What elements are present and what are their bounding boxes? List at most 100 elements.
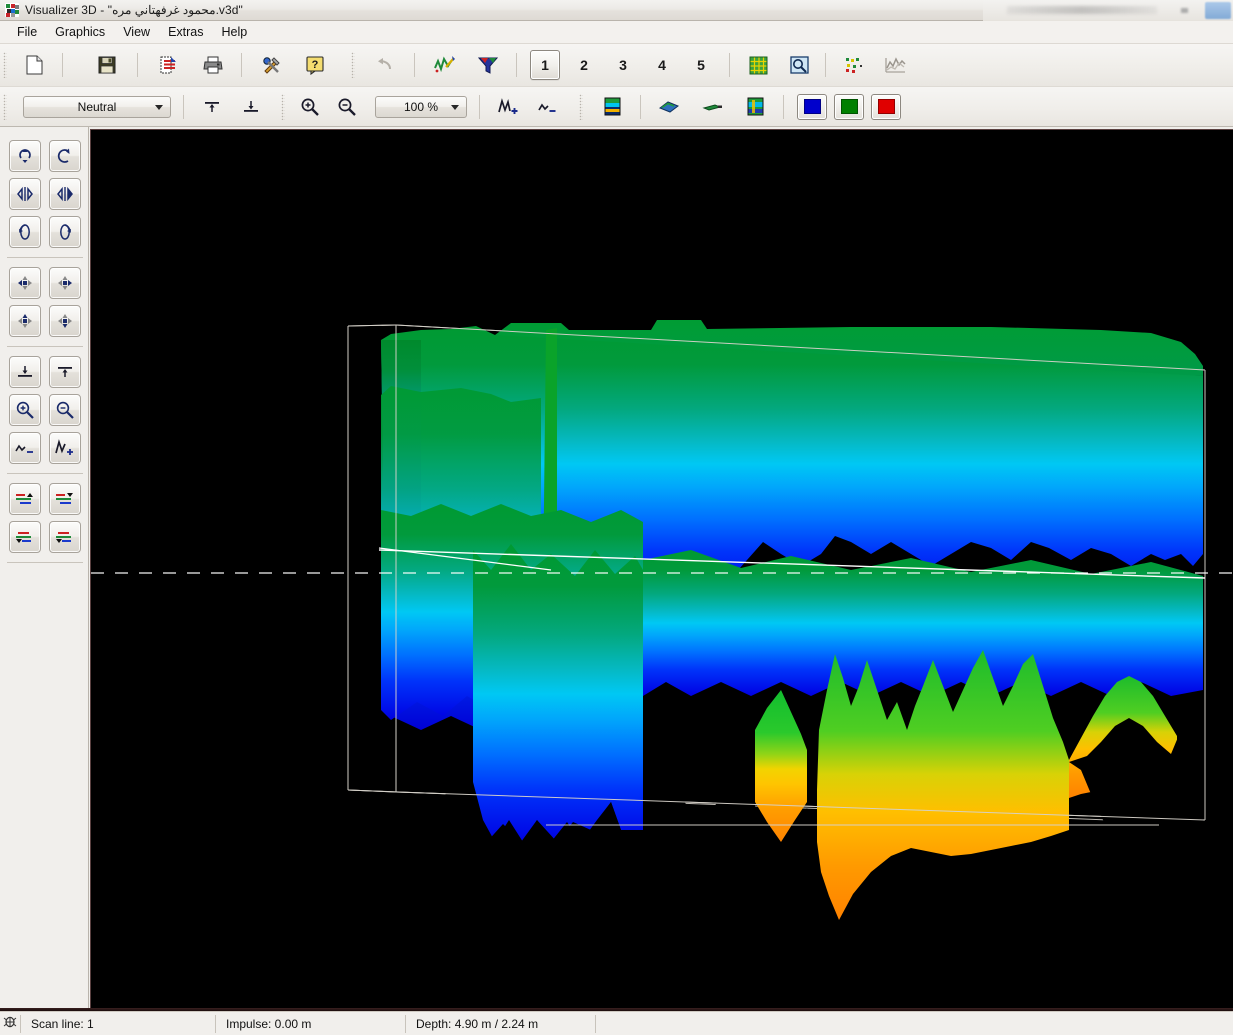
viewport-top-mask [91,130,1233,316]
funnel-icon[interactable] [473,50,503,80]
terrain-right-lower [643,550,1203,696]
undo-arrow-icon[interactable] [371,50,401,80]
pan-up-icon[interactable] [9,305,41,337]
texture-map-icon[interactable] [740,92,770,122]
chevron-down-icon [451,104,459,110]
sidebar-group-pan [5,264,89,340]
menu-item-extras[interactable]: Extras [159,22,212,42]
sidebar-divider [7,257,83,258]
toolbar-separator [137,53,138,77]
question-mark-icon[interactable]: ? [300,50,330,80]
scatter-points-icon[interactable] [839,50,869,80]
sidebar-divider [7,473,83,474]
sidebar-divider [7,562,83,563]
slice-bar-icon[interactable] [697,92,727,122]
menu-item-view[interactable]: View [114,22,159,42]
background-window-strip [983,0,1233,21]
amplitude-increase-icon[interactable] [493,92,523,122]
palette-compress-down-icon[interactable] [49,521,81,553]
signal-curve-icon[interactable] [430,50,460,80]
magnifier-box-icon[interactable] [784,50,814,80]
toolbar-separator [825,53,826,77]
color-red-button[interactable] [871,93,901,120]
svg-text:?: ? [311,59,318,71]
zoom-out-icon[interactable] [49,394,81,426]
menu-item-file[interactable]: File [8,22,46,42]
3d-scan-render [91,130,1233,1011]
new-document-icon[interactable] [19,50,49,80]
pan-left-icon[interactable] [9,267,41,299]
palette-compress-up-icon[interactable] [9,521,41,553]
toolbar-grip[interactable] [3,52,7,78]
rotate-vertical-ccw-icon[interactable] [9,140,41,172]
3d-viewport[interactable] [90,129,1233,1011]
toolbar-grip[interactable] [351,52,355,78]
zoom-in-icon[interactable] [9,394,41,426]
pan-down-icon[interactable] [49,305,81,337]
background-window-title [1007,6,1157,14]
surface-plate-icon[interactable] [654,92,684,122]
toolbar-grip[interactable] [3,93,7,120]
sidebar-group-rotate [5,137,89,251]
viewport-bottom-mask [91,962,1233,1011]
amplitude-decrease-icon[interactable] [9,432,41,464]
sidebar-divider [7,346,83,347]
profile-select[interactable]: Neutral [23,95,171,118]
zoom-out-icon[interactable] [332,92,362,122]
color-blue-swatch [803,99,821,114]
rotate-3d-left-icon[interactable] [9,216,41,248]
amplitude-increase-icon[interactable] [49,432,81,464]
flip-horizontal-left-icon[interactable] [9,178,41,210]
line-chart-icon[interactable] [880,50,910,80]
view-number-4[interactable]: 4 [647,50,677,80]
rotate-vertical-cw-icon[interactable] [49,140,81,172]
printer-icon[interactable] [198,50,228,80]
background-window-dot [1181,8,1188,13]
main-toolbar: ? 1 2 3 4 5 [0,44,1233,87]
view-number-3[interactable]: 3 [608,50,638,80]
menu-bar: File Graphics View Extras Help [0,21,1233,44]
amplitude-decrease-icon[interactable] [532,92,562,122]
lower-plane-icon[interactable] [9,356,41,388]
align-bottom-icon[interactable] [236,92,266,122]
toolbar-separator [62,53,63,77]
toolbar-grip[interactable] [281,93,285,120]
color-green-button[interactable] [834,93,864,120]
sidebar-group-plane-zoom [5,353,89,467]
chevron-down-icon [155,104,163,110]
menu-item-help[interactable]: Help [213,22,257,42]
raise-plane-icon[interactable] [49,356,81,388]
grid-icon[interactable] [743,50,773,80]
status-impulse: Impulse: 0.00 m [215,1014,405,1033]
scan-bug-icon [0,1015,20,1032]
toolbar-separator [729,53,730,77]
rotate-3d-right-icon[interactable] [49,216,81,248]
zoom-in-icon[interactable] [295,92,325,122]
tools-hammer-wrench-icon[interactable] [257,50,287,80]
color-red-swatch [877,99,895,114]
export-document-icon[interactable] [153,50,183,80]
zoom-select-value: 100 % [403,99,439,114]
window-title-bar: Visualizer 3D - "محمود غرفهتاني مره.v3d" [0,0,1233,21]
color-blue-button[interactable] [797,93,827,120]
flip-horizontal-right-icon[interactable] [49,178,81,210]
menu-item-graphics[interactable]: Graphics [46,22,114,42]
app-logo-icon [5,3,19,17]
toolbar-grip[interactable] [579,93,583,120]
align-top-icon[interactable] [197,92,227,122]
palette-shift-down-icon[interactable] [49,483,81,515]
floppy-disk-icon[interactable] [92,50,122,80]
color-map-icon[interactable] [597,92,627,122]
status-blank [595,1014,1233,1033]
toolbar-separator [479,94,480,119]
toolbar-separator [783,94,784,119]
view-number-2[interactable]: 2 [569,50,599,80]
view-number-5[interactable]: 5 [686,50,716,80]
view-number-1[interactable]: 1 [530,50,560,80]
palette-shift-up-icon[interactable] [9,483,41,515]
toolbar-separator [183,94,184,119]
sidebar-group-palette [5,480,89,556]
pan-right-icon[interactable] [49,267,81,299]
toolbar-separator [241,53,242,77]
zoom-select[interactable]: 100 % [375,95,467,118]
